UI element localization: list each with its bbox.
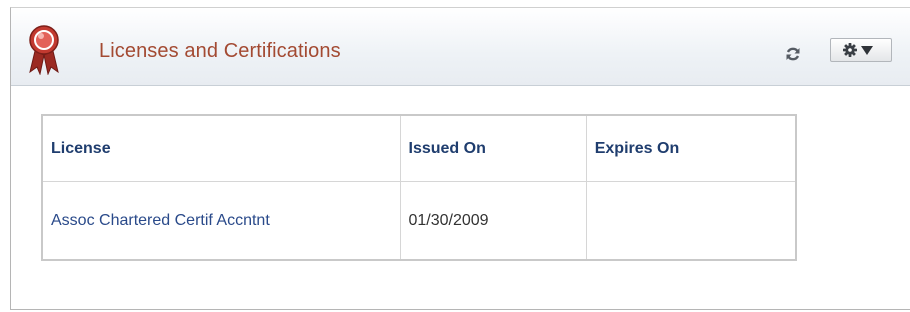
pagelet-header: Licenses and Certifications bbox=[11, 8, 910, 86]
expires-on-cell bbox=[585, 181, 797, 261]
pagelet-title: Licenses and Certifications bbox=[99, 40, 341, 62]
column-header-license: License bbox=[41, 114, 401, 182]
license-cell: Assoc Chartered Certif Accntnt bbox=[41, 181, 401, 261]
caret-down-icon bbox=[861, 46, 873, 55]
license-link[interactable]: Assoc Chartered Certif Accntnt bbox=[51, 212, 270, 229]
issued-on-cell: 01/30/2009 bbox=[399, 181, 587, 261]
table-row: Assoc Chartered Certif Accntnt 01/30/200… bbox=[41, 181, 797, 261]
gear-icon bbox=[843, 43, 857, 57]
table-header-row: License Issued On Expires On bbox=[41, 114, 797, 182]
pagelet-actions-menu-button[interactable] bbox=[830, 38, 892, 62]
ribbon-award-icon bbox=[29, 25, 59, 75]
refresh-icon[interactable] bbox=[785, 46, 801, 62]
licenses-table: License Issued On Expires On Assoc Chart… bbox=[41, 114, 797, 261]
licenses-pagelet: Licenses and Certifications License Issu… bbox=[10, 7, 910, 310]
column-header-issued-on: Issued On bbox=[399, 114, 587, 182]
column-header-expires-on: Expires On bbox=[585, 114, 797, 182]
